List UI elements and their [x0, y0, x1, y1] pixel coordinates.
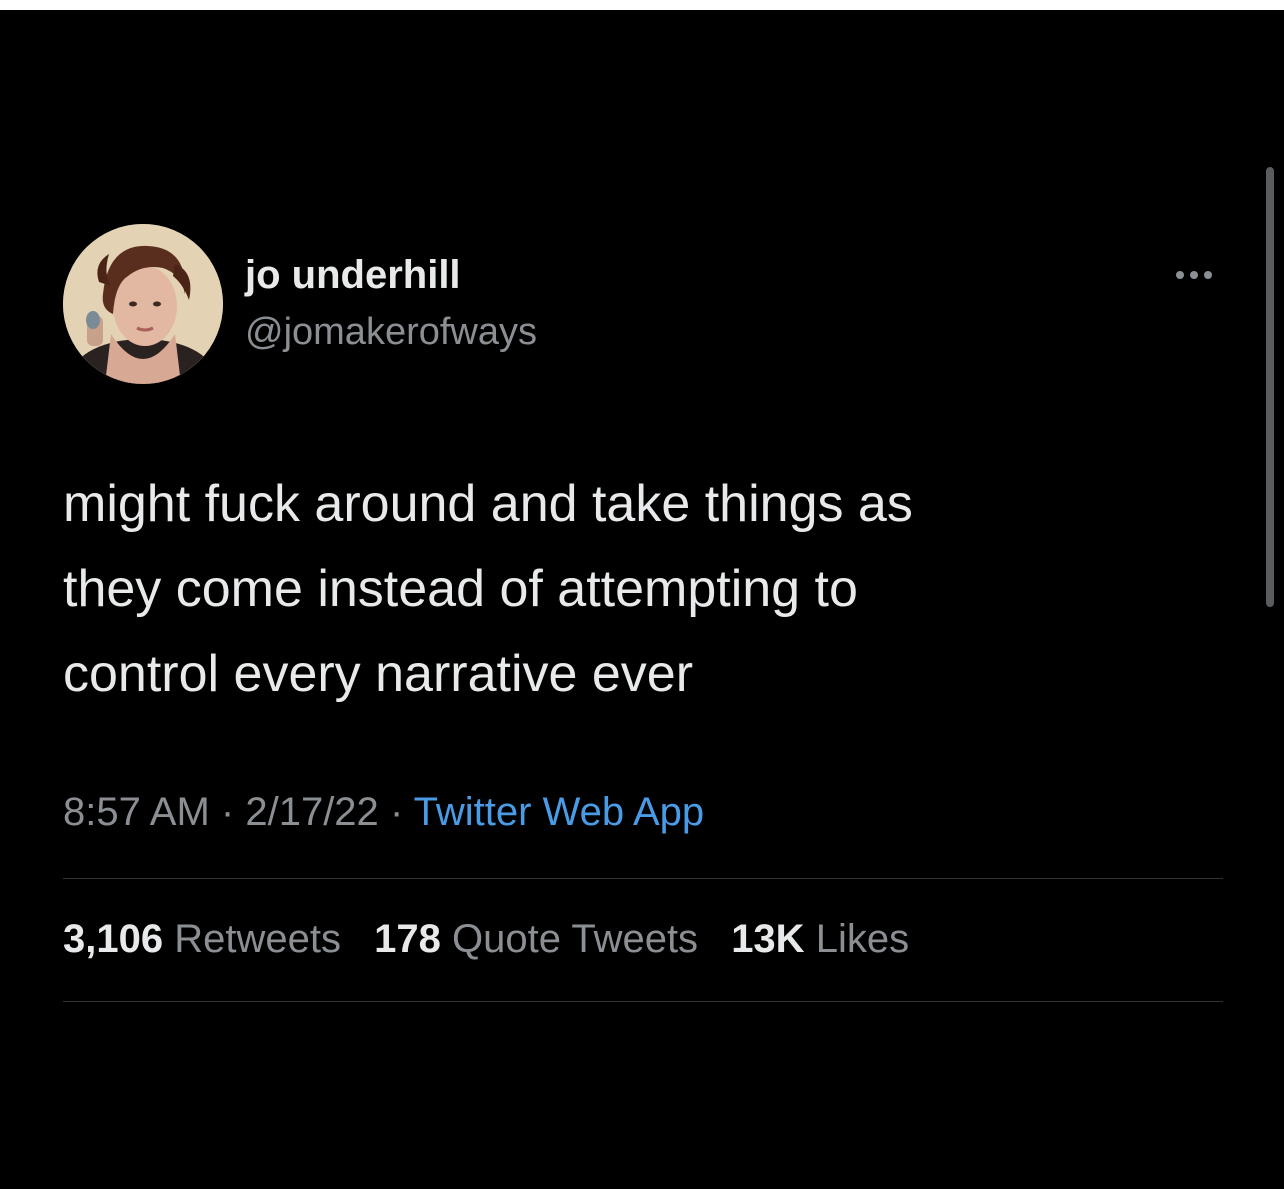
- retweets-stat[interactable]: 3,106 Retweets: [63, 917, 341, 961]
- quote-tweets-stat[interactable]: 178 Quote Tweets: [374, 917, 698, 961]
- tweet-time[interactable]: 8:57 AM: [63, 790, 210, 834]
- tweet-text: might fuck around and take things as the…: [63, 462, 1203, 717]
- avatar-photo: [63, 224, 223, 384]
- divider: [63, 1001, 1223, 1002]
- likes-stat[interactable]: 13K Likes: [731, 917, 909, 961]
- tweet-metadata: 8:57 AM · 2/17/22 · Twitter Web App: [63, 788, 704, 836]
- retweets-count: 3,106: [63, 917, 164, 961]
- more-options-icon: [1176, 271, 1212, 279]
- tweet-screen: jo underhill @jomakerofways might fuck a…: [0, 10, 1284, 1189]
- retweets-label: Retweets: [174, 917, 341, 961]
- tweet-text-line: might fuck around and take things as: [63, 475, 913, 533]
- tweet-source-link[interactable]: Twitter Web App: [414, 790, 705, 834]
- separator: ·: [220, 790, 235, 834]
- likes-label: Likes: [815, 917, 910, 961]
- tweet-text-line: control every narrative ever: [63, 645, 694, 703]
- separator: ·: [389, 790, 404, 834]
- divider: [63, 878, 1223, 879]
- tweet-date[interactable]: 2/17/22: [245, 790, 378, 834]
- display-name[interactable]: jo underhill: [245, 252, 461, 298]
- user-handle[interactable]: @jomakerofways: [245, 311, 537, 355]
- likes-count: 13K: [731, 917, 805, 961]
- quote-tweets-count: 178: [374, 917, 441, 961]
- quote-tweets-label: Quote Tweets: [451, 917, 699, 961]
- more-options-button[interactable]: [1164, 260, 1224, 290]
- tweet-stats: 3,106 Retweets 178 Quote Tweets 13K Like…: [63, 915, 931, 963]
- scrollbar[interactable]: [1266, 167, 1274, 607]
- avatar[interactable]: [63, 224, 223, 384]
- tweet-text-line: they come instead of attempting to: [63, 560, 858, 618]
